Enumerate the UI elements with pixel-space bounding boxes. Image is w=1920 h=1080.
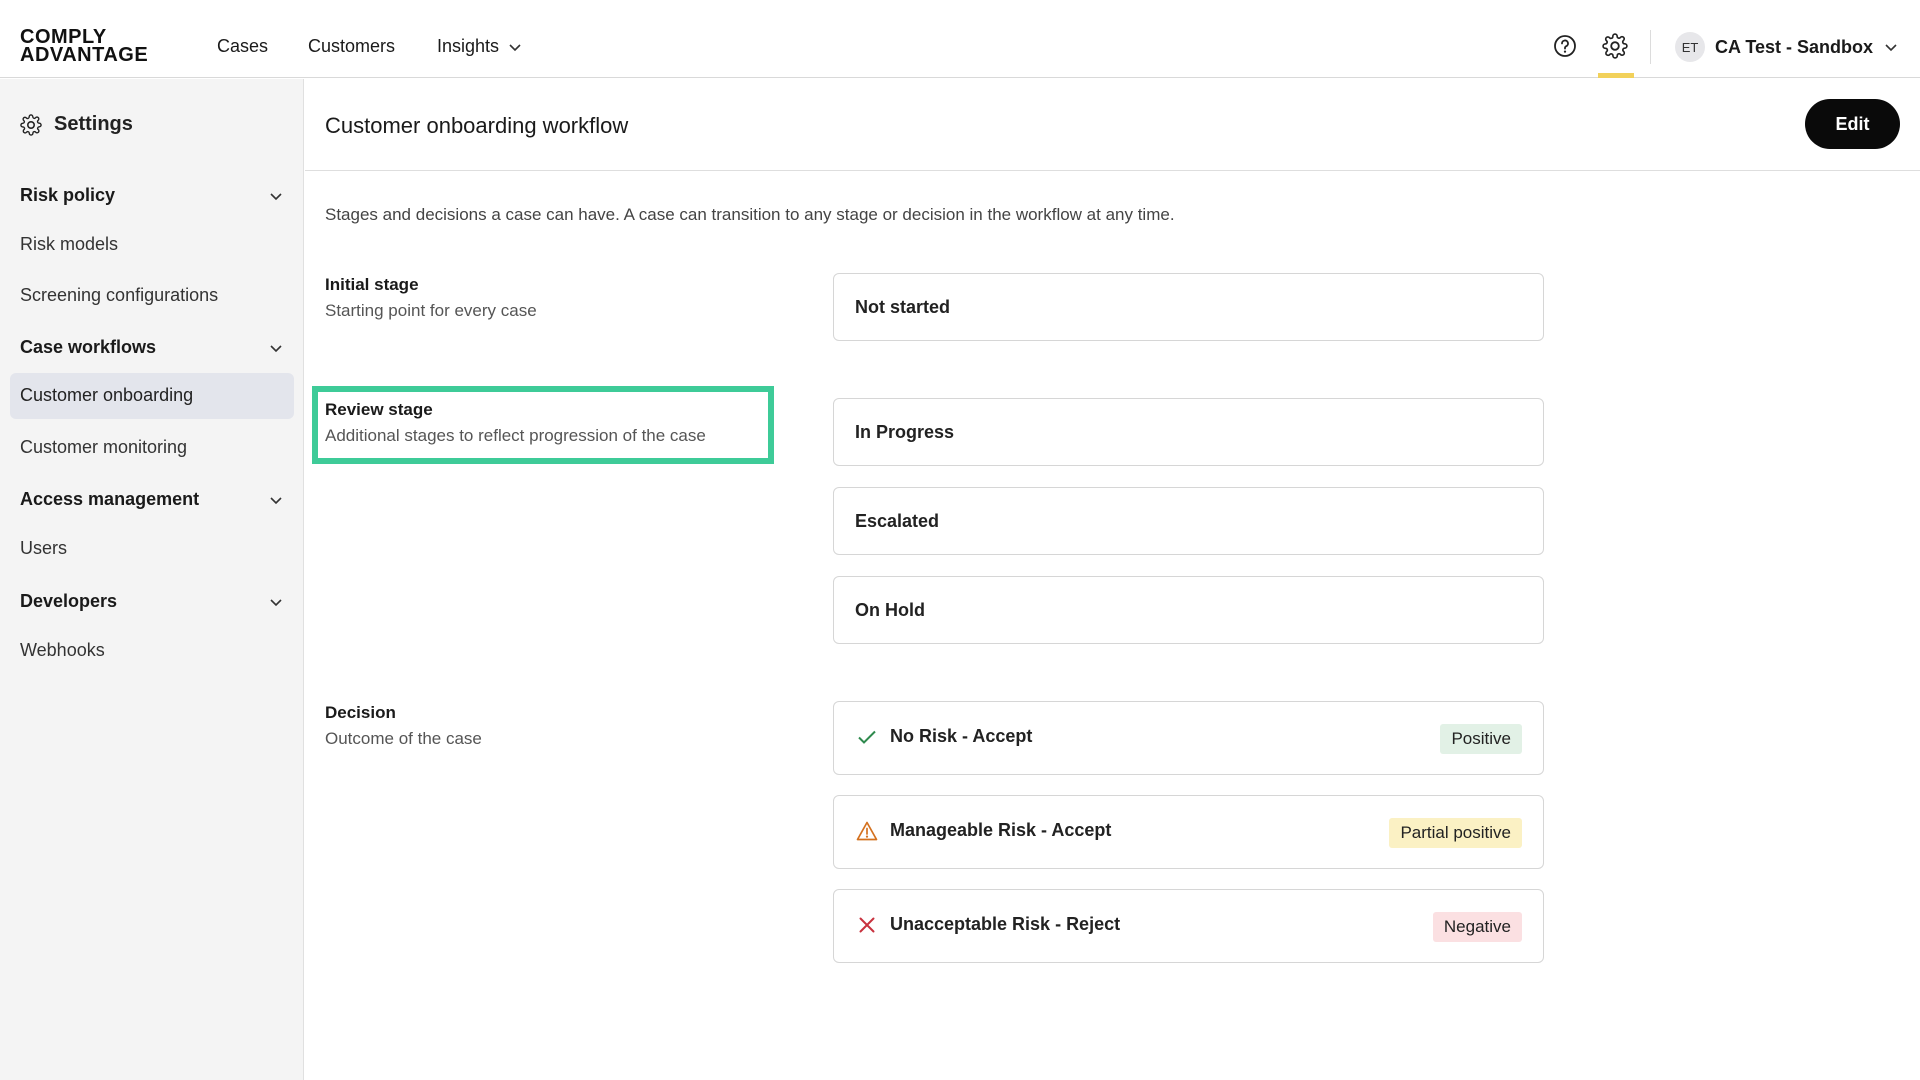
decision-label: Unacceptable Risk - Reject xyxy=(890,914,1121,934)
nav-insights[interactable]: Insights xyxy=(437,36,523,57)
status-badge-positive: Positive xyxy=(1440,724,1522,754)
sidebar-item-customer-onboarding[interactable]: Customer onboarding xyxy=(10,373,294,419)
decision-manageable-risk-accept[interactable]: Manageable Risk - Accept Partial positiv… xyxy=(833,795,1544,869)
chevron-down-icon xyxy=(270,192,282,200)
gear-icon xyxy=(20,113,42,136)
sidebar-item-label: Customer onboarding xyxy=(20,385,194,405)
chevron-down-icon xyxy=(509,43,521,51)
decision-section: Decision Outcome of the case xyxy=(325,703,482,749)
initial-stage-subtitle: Starting point for every case xyxy=(325,301,537,320)
workflow-description: Stages and decisions a case can have. A … xyxy=(325,205,1175,224)
sidebar-item-webhooks[interactable]: Webhooks xyxy=(20,640,105,661)
review-stage-title: Review stage xyxy=(325,400,433,419)
sidebar-group-label: Access management xyxy=(20,489,200,509)
help-circle-icon[interactable] xyxy=(1552,33,1578,59)
page-title: Customer onboarding workflow xyxy=(325,113,629,138)
warning-triangle-icon xyxy=(856,821,878,841)
sidebar-group-label: Developers xyxy=(20,591,118,611)
sidebar-group-label: Risk policy xyxy=(20,185,116,205)
nav-customers[interactable]: Customers xyxy=(308,36,395,57)
page-header: Customer onboarding workflow Edit xyxy=(305,79,1920,171)
gear-icon[interactable] xyxy=(1602,33,1628,59)
stage-label: Escalated xyxy=(855,511,940,531)
logo-line-2: ADVANTAGE xyxy=(20,44,149,66)
decision-no-risk-accept[interactable]: No Risk - Accept Positive xyxy=(833,701,1544,775)
top-navigation: COMPLY ADVANTAGE Cases Customers Insight… xyxy=(0,0,1920,78)
chevron-down-icon xyxy=(270,496,282,504)
sidebar-item-screening-configurations[interactable]: Screening configurations xyxy=(20,285,218,306)
x-icon xyxy=(859,917,875,933)
sidebar-group-label: Case workflows xyxy=(20,337,157,357)
nav-cases[interactable]: Cases xyxy=(217,36,268,57)
review-stage-subtitle: Additional stages to reflect progression… xyxy=(325,426,706,445)
check-icon xyxy=(858,730,876,744)
stage-label: On Hold xyxy=(855,600,925,620)
sidebar-group-developers[interactable]: Developers xyxy=(20,591,284,612)
sidebar-item-risk-models[interactable]: Risk models xyxy=(20,234,118,255)
nav-insights-label: Insights xyxy=(437,36,500,56)
status-badge-partial-positive: Partial positive xyxy=(1389,818,1522,848)
sidebar-item-customer-monitoring[interactable]: Customer monitoring xyxy=(20,437,187,458)
sidebar-title: Settings xyxy=(20,113,133,136)
stage-in-progress[interactable]: In Progress xyxy=(833,398,1544,466)
chevron-down-icon xyxy=(270,598,282,606)
nav-divider xyxy=(1650,30,1651,64)
decision-subtitle: Outcome of the case xyxy=(325,729,482,748)
comply-advantage-logo[interactable]: COMPLY ADVANTAGE xyxy=(20,27,149,66)
sidebar-group-risk-policy[interactable]: Risk policy xyxy=(20,185,284,206)
initial-stage-title: Initial stage xyxy=(325,275,419,294)
decision-unacceptable-risk-reject[interactable]: Unacceptable Risk - Reject Negative xyxy=(833,889,1544,963)
decision-label: Manageable Risk - Accept xyxy=(890,820,1112,840)
stage-escalated[interactable]: Escalated xyxy=(833,487,1544,555)
sidebar-group-access-management[interactable]: Access management xyxy=(20,489,284,510)
stage-on-hold[interactable]: On Hold xyxy=(833,576,1544,644)
status-badge-negative: Negative xyxy=(1432,912,1522,942)
sidebar-group-case-workflows[interactable]: Case workflows xyxy=(20,337,284,358)
decision-label: No Risk - Accept xyxy=(890,726,1033,746)
sidebar-title-label: Settings xyxy=(54,113,133,135)
avatar: ET xyxy=(1675,32,1705,62)
active-nav-indicator xyxy=(1598,73,1634,78)
stage-label: In Progress xyxy=(855,422,955,442)
edit-button[interactable]: Edit xyxy=(1805,99,1900,149)
chevron-down-icon xyxy=(1885,44,1897,52)
settings-sidebar: Settings Risk policy Risk models Screeni… xyxy=(0,79,304,1080)
initial-stage-section: Initial stage Starting point for every c… xyxy=(325,275,537,321)
decision-title: Decision xyxy=(325,703,396,722)
chevron-down-icon xyxy=(270,344,282,352)
review-stage-section: Review stage Additional stages to reflec… xyxy=(325,400,706,446)
stage-label: Not started xyxy=(855,297,951,317)
stage-not-started[interactable]: Not started xyxy=(833,273,1544,341)
account-menu[interactable]: ET CA Test - Sandbox xyxy=(1675,32,1899,62)
account-name: CA Test - Sandbox xyxy=(1715,36,1874,57)
sidebar-item-users[interactable]: Users xyxy=(20,538,67,559)
